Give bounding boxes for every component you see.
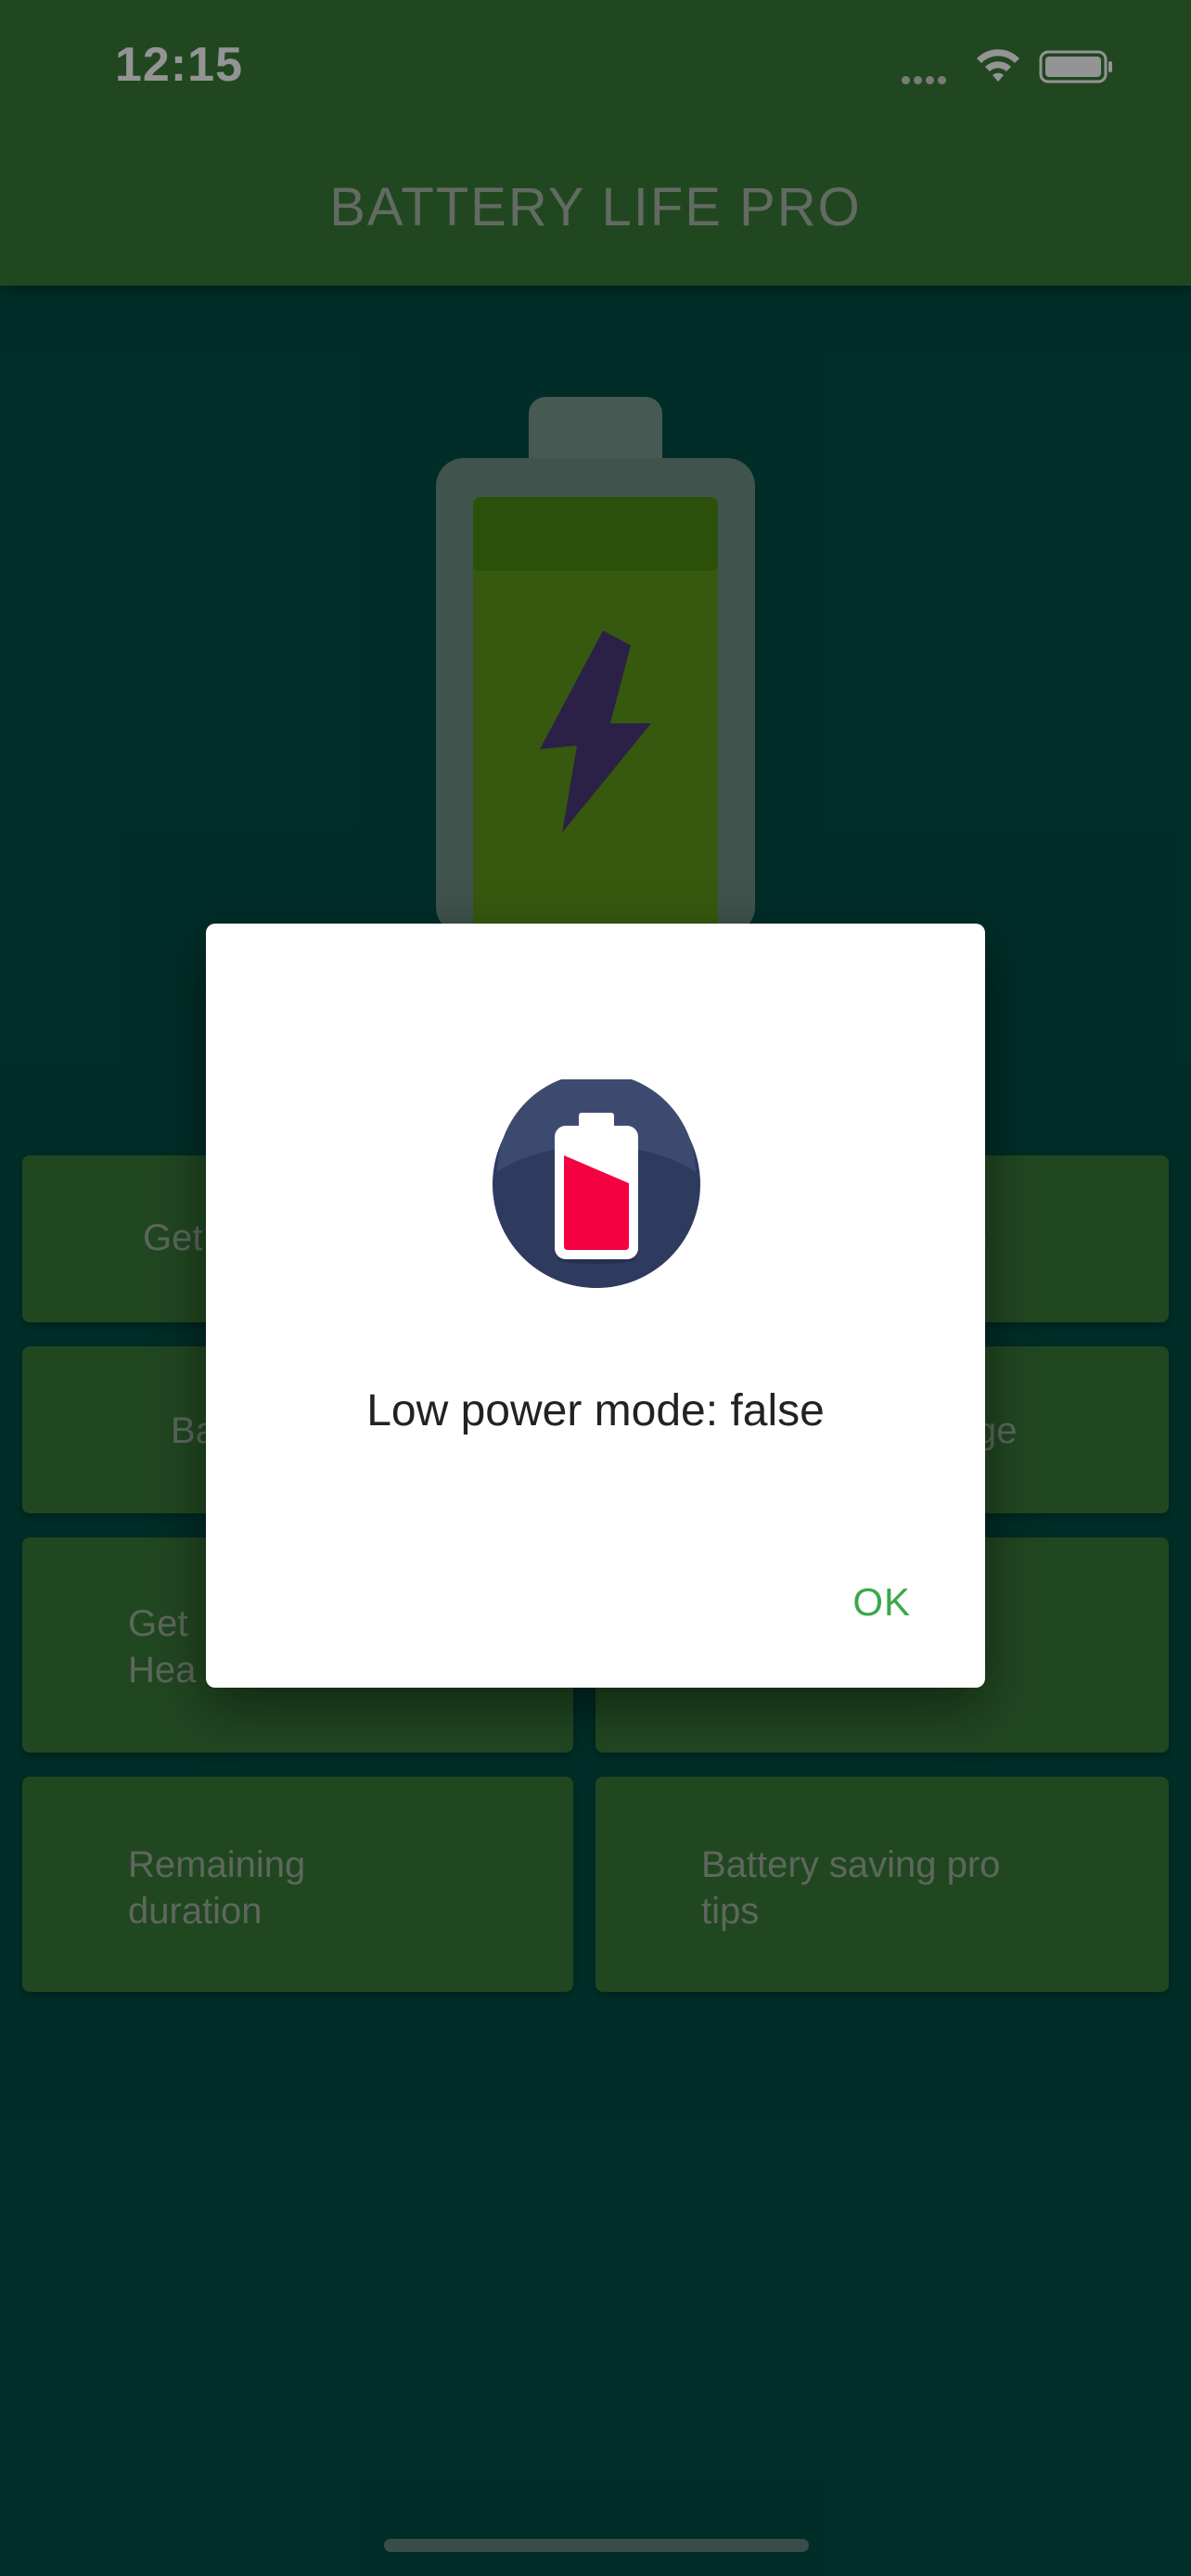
battery-low-icon	[493, 1079, 700, 1288]
dialog-message: Low power mode: false	[366, 1386, 825, 1435]
low-power-mode-dialog: Low power mode: false OK	[206, 924, 985, 1688]
ok-button[interactable]: OK	[843, 1573, 920, 1632]
battery-life-pro-screen: 12:15 BATTERY LIFE PRO Get e Ba ge	[0, 0, 1191, 2576]
home-indicator[interactable]	[384, 2539, 809, 2552]
